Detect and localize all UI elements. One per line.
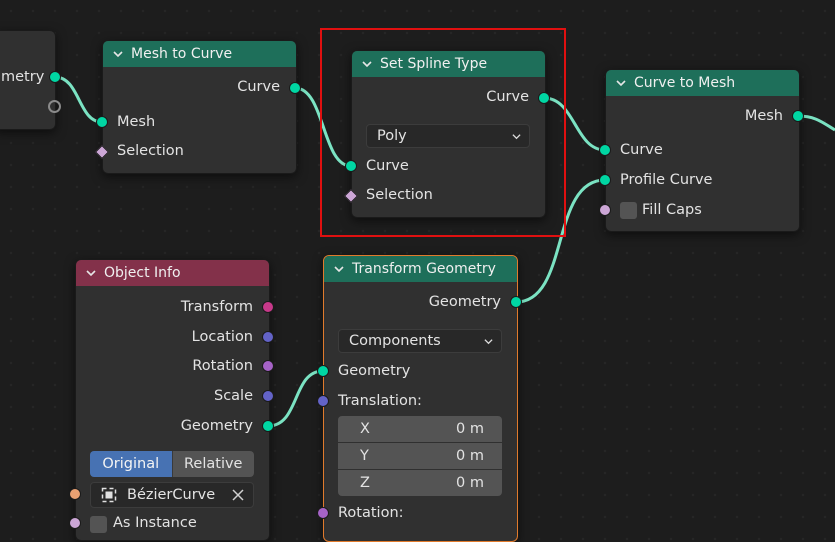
curve-to-mesh-output-mesh: Mesh xyxy=(744,108,783,124)
object-info-output-rotation: Rotation xyxy=(192,358,253,374)
translation-y-field[interactable]: Y 0 m xyxy=(338,443,502,469)
translation-x-value: 0 m xyxy=(456,421,484,437)
object-info-title: Object Info xyxy=(104,265,181,281)
transform-geometry-input-translation: Translation: xyxy=(338,393,422,409)
set-spline-type-input-curve: Curve xyxy=(366,158,409,174)
chevron-down-icon xyxy=(484,339,493,345)
object-info-header[interactable]: Object Info xyxy=(76,260,269,286)
curve-to-mesh-title: Curve to Mesh xyxy=(634,75,736,91)
object-info-transform-socket[interactable] xyxy=(262,301,274,313)
object-info-output-transform: Transform xyxy=(180,299,253,315)
object-info-scale-socket[interactable] xyxy=(262,390,274,402)
link-curve-to-set-spline xyxy=(294,86,352,168)
transform-geometry-rotation-socket[interactable] xyxy=(317,507,329,519)
partial-left-geometry-socket[interactable] xyxy=(49,71,61,83)
transform-geometry-geometry-in-socket[interactable] xyxy=(317,365,329,377)
set-spline-type-title: Set Spline Type xyxy=(380,56,488,72)
object-picker-field[interactable]: BézierCurve xyxy=(90,482,254,508)
curve-to-mesh-fill-caps-socket[interactable] xyxy=(599,204,611,216)
mesh-to-curve-input-mesh: Mesh xyxy=(117,114,156,130)
translation-x-field[interactable]: X 0 m xyxy=(338,416,502,442)
link-set-spline-to-curve-to-mesh xyxy=(543,96,606,152)
object-picker-value: BézierCurve xyxy=(127,487,216,503)
chevron-down-icon[interactable] xyxy=(334,264,344,274)
object-info-output-scale: Scale xyxy=(213,388,253,404)
mesh-to-curve-input-selection: Selection xyxy=(117,143,184,159)
transform-geometry-title: Transform Geometry xyxy=(352,261,496,277)
translation-y-value: 0 m xyxy=(456,448,484,464)
curve-to-mesh-input-curve: Curve xyxy=(620,142,663,158)
object-info-mode-toggle: Original Relative xyxy=(90,451,254,477)
translation-x-label: X xyxy=(360,421,370,437)
mesh-to-curve-title: Mesh to Curve xyxy=(131,46,233,62)
mesh-to-curve-mesh-in-socket[interactable] xyxy=(96,116,108,128)
transform-geometry-node[interactable]: Transform Geometry Geometry Components G… xyxy=(323,255,518,542)
object-info-geometry-socket[interactable] xyxy=(262,420,274,432)
set-spline-type-header[interactable]: Set Spline Type xyxy=(352,51,545,77)
link-geometry-to-mesh xyxy=(54,75,103,124)
mesh-to-curve-header[interactable]: Mesh to Curve xyxy=(103,41,296,67)
curve-to-mesh-profile-in-socket[interactable] xyxy=(599,174,611,186)
chevron-down-icon xyxy=(512,134,521,140)
spline-type-dropdown[interactable]: Poly xyxy=(366,124,530,148)
object-info-output-location: Location xyxy=(191,329,253,345)
curve-to-mesh-fill-caps-label: Fill Caps xyxy=(642,202,702,218)
curve-to-mesh-mesh-out-socket[interactable] xyxy=(792,110,804,122)
curve-to-mesh-header[interactable]: Curve to Mesh xyxy=(606,70,799,96)
mode-relative-button[interactable]: Relative xyxy=(171,451,254,477)
translation-z-field[interactable]: Z 0 m xyxy=(338,470,502,496)
as-instance-label: As Instance xyxy=(113,515,197,531)
chevron-down-icon[interactable] xyxy=(113,49,123,59)
spline-type-dropdown-value: Poly xyxy=(377,128,407,144)
object-info-location-socket[interactable] xyxy=(262,331,274,343)
transform-geometry-output-geometry: Geometry xyxy=(428,294,501,310)
partial-left-node[interactable]: metry xyxy=(0,30,56,130)
translation-z-value: 0 m xyxy=(456,475,484,491)
transform-mode-dropdown-value: Components xyxy=(349,333,441,349)
transform-geometry-header[interactable]: Transform Geometry xyxy=(324,256,517,282)
transform-geometry-translation-socket[interactable] xyxy=(317,395,329,407)
object-info-object-socket[interactable] xyxy=(69,488,81,500)
mesh-to-curve-curve-out-socket[interactable] xyxy=(289,82,301,94)
transform-mode-dropdown[interactable]: Components xyxy=(338,329,502,353)
set-spline-type-curve-in-socket[interactable] xyxy=(345,160,357,172)
set-spline-type-input-selection: Selection xyxy=(366,187,433,203)
fill-caps-checkbox[interactable] xyxy=(620,202,637,219)
partial-left-empty-socket[interactable] xyxy=(48,100,61,113)
object-info-rotation-socket[interactable] xyxy=(262,360,274,372)
close-icon[interactable] xyxy=(232,489,244,501)
object-info-node[interactable]: Object Info Transform Location Rotation … xyxy=(75,259,270,541)
set-spline-type-node[interactable]: Set Spline Type Curve Poly Curve Selecti… xyxy=(351,50,546,218)
curve-object-icon xyxy=(101,487,117,503)
as-instance-checkbox[interactable] xyxy=(90,516,107,533)
transform-geometry-geometry-out-socket[interactable] xyxy=(510,296,522,308)
set-spline-type-output-curve: Curve xyxy=(486,89,529,105)
curve-to-mesh-input-profile-curve: Profile Curve xyxy=(620,172,713,188)
chevron-down-icon[interactable] xyxy=(362,59,372,69)
link-object-info-to-transform xyxy=(267,369,324,428)
curve-to-mesh-node[interactable]: Curve to Mesh Mesh Curve Profile Curve F… xyxy=(605,69,800,232)
chevron-down-icon[interactable] xyxy=(86,268,96,278)
curve-to-mesh-curve-in-socket[interactable] xyxy=(599,144,611,156)
partial-left-output-label: metry xyxy=(1,69,45,85)
set-spline-type-curve-out-socket[interactable] xyxy=(538,92,550,104)
translation-z-label: Z xyxy=(360,475,370,491)
object-info-output-geometry: Geometry xyxy=(180,418,253,434)
transform-geometry-input-rotation: Rotation: xyxy=(338,505,404,521)
transform-geometry-input-geometry: Geometry xyxy=(338,363,411,379)
translation-y-label: Y xyxy=(360,448,369,464)
chevron-down-icon[interactable] xyxy=(616,78,626,88)
mesh-to-curve-output-curve: Curve xyxy=(237,79,280,95)
mesh-to-curve-node[interactable]: Mesh to Curve Curve Mesh Selection xyxy=(102,40,297,174)
object-info-as-instance-socket[interactable] xyxy=(69,517,81,529)
mode-original-button[interactable]: Original xyxy=(90,451,172,477)
